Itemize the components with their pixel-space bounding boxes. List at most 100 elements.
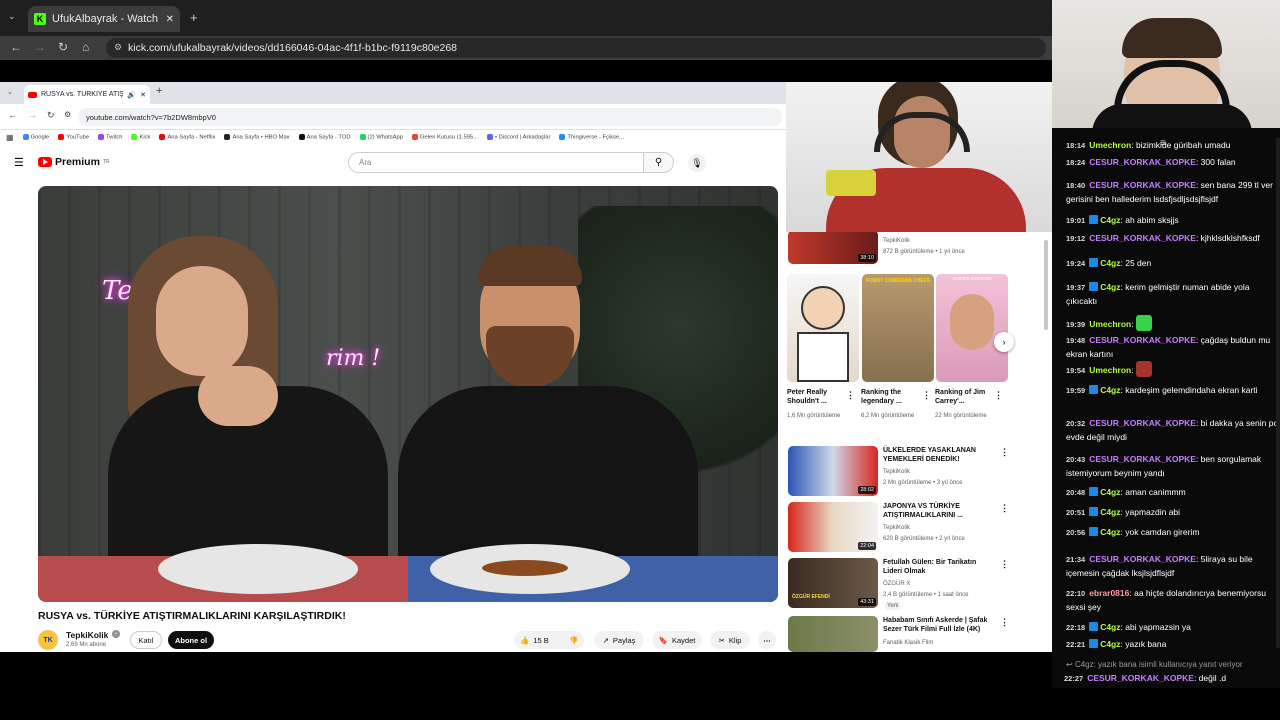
chat-username[interactable]: CESUR_KORKAK_KOPKE [1089,454,1196,464]
more-actions-button[interactable]: ⋯ [758,631,776,649]
bookmark-tod[interactable]: Ana Sayfa - TOD [298,133,351,140]
chat-username[interactable]: C4gz [1100,639,1120,649]
shorts-next-button[interactable]: › [994,332,1014,352]
channel-avatar[interactable]: TK [38,630,58,650]
new-tab-icon[interactable]: + [190,10,198,25]
chat-username[interactable]: CESUR_KORKAK_KOPKE [1087,673,1194,683]
rec-thumbnail[interactable] [788,616,878,652]
chat-username[interactable]: ebrar0816 [1089,588,1129,598]
rec-title[interactable]: Hababam Sınıfı Askerde | Şafak Sezer Tür… [883,616,995,634]
short-title[interactable]: Ranking of Jim Carrey'... [935,388,993,406]
inner-url-text: youtube.com/watch?v=7b2DW8mbpV0 [86,112,216,122]
inner-back-icon[interactable]: ← [8,110,17,120]
close-tab-icon[interactable]: ✕ [166,14,174,25]
share-button[interactable]: ↗ Paylaş [594,631,644,649]
rec-thumbnail[interactable]: 22:04 [788,502,878,552]
back-icon[interactable]: ← [10,40,22,54]
search-input[interactable]: Ara [348,152,644,173]
chat-username[interactable]: C4gz [1100,507,1120,517]
inner-new-tab-icon[interactable]: + [156,85,162,97]
save-button[interactable]: 🔖 Kaydet [652,631,702,649]
bookmark-twitch[interactable]: Twitch [98,133,122,140]
chat-username[interactable]: Umechron [1089,365,1131,375]
search-button[interactable]: ⚲ [644,152,674,173]
rec-menu-icon[interactable]: ⋮ [1000,617,1009,628]
forward-icon[interactable]: → [34,40,46,54]
inner-active-tab[interactable]: RUSYA vs. TÜRKİYE ATIŞTIR 🔊 ✕ [24,85,150,104]
inner-close-tab-icon[interactable]: ✕ [140,91,146,99]
youtube-favicon-icon [28,91,37,98]
voice-search-button[interactable]: 🎙 [688,154,706,172]
chat-username[interactable]: CESUR_KORKAK_KOPKE [1089,418,1196,428]
site-info-icon[interactable]: ⚙ [114,42,122,53]
bookmark-kick[interactable]: Kick [131,133,150,140]
rec-title[interactable]: JAPONYA VS TÜRKİYE ATIŞTIRMALIKLARINI ..… [883,502,995,520]
chat-username[interactable]: Umechron [1089,140,1131,150]
bookmark-hbo[interactable]: Ana Sayfa • HBO Max [224,133,290,140]
rec-menu-icon[interactable]: ⋮ [1000,447,1009,458]
chat-timestamp: 19:39 [1066,320,1086,329]
clip-button[interactable]: ✂ Klip [710,631,750,649]
recs-scrollbar[interactable] [1044,240,1048,330]
chat-username[interactable]: Umechron [1089,319,1131,329]
short-title[interactable]: Ranking the legendary ... [861,388,919,406]
rec-thumbnail[interactable]: ÖZGÜR EFENDİ 43:31 [788,558,878,608]
hamburger-menu-icon[interactable]: ☰ [14,156,24,169]
chat-username[interactable]: C4gz [1100,622,1120,632]
short-thumbnail-3[interactable]: science moments [936,274,1008,382]
video-player[interactable]: Tepki ver rim ! [38,186,778,602]
inner-tab-search-icon[interactable]: ⌄ [7,88,13,96]
bookmark-google[interactable]: Google [22,133,49,140]
rec-thumbnail[interactable]: 28:02 [788,446,878,496]
chat-timestamp: 19:01 [1066,216,1086,225]
rec-thumbnail[interactable]: 38:10 [788,230,878,264]
short-menu-icon[interactable]: ⋮ [846,390,855,401]
rec-title[interactable]: ÜLKELERDE YASAKLANAN YEMEKLERİ DENEDİK! [883,446,995,464]
outer-address-bar[interactable]: ⚙ kick.com/ufukalbayrak/videos/dd166046-… [106,38,1046,58]
chat-username[interactable]: CESUR_KORKAK_KOPKE [1089,554,1196,564]
join-button[interactable]: Katıl [130,631,162,649]
streamer-hair [1122,18,1222,58]
chat-username[interactable]: C4gz [1100,215,1120,225]
reload-icon[interactable]: ↻ [58,40,68,54]
home-icon[interactable]: ⌂ [82,40,89,54]
bookmark-youtube[interactable]: YouTube [58,133,89,140]
bookmark-thingiverse[interactable]: Thingiverse - Fçikse... [559,133,624,140]
inner-site-info-icon[interactable]: ⚙ [64,110,71,119]
chat-scrollbar[interactable] [1276,138,1280,648]
short-menu-icon[interactable]: ⋮ [922,390,931,401]
tab-search-icon[interactable]: ⌄ [8,11,16,22]
chat-username[interactable]: C4gz [1100,385,1120,395]
chat-timestamp: 22:21 [1066,640,1086,649]
dislike-button[interactable]: 👎 [564,631,584,649]
short-menu-icon[interactable]: ⋮ [994,390,1003,401]
bookmark-netflix[interactable]: Ana Sayfa - Netflix [159,133,215,140]
rec-menu-icon[interactable]: ⋮ [1000,559,1009,570]
chat-username[interactable]: C4gz [1100,527,1120,537]
channel-name[interactable]: TepkiKolik [66,630,108,640]
short-title[interactable]: Peter Really Shouldn't ... [787,388,845,406]
chat-username[interactable]: CESUR_KORKAK_KOPKE [1089,335,1196,345]
chat-panel: ≡ 18:14 Umechron: bizimkide güribah umadu… [1052,128,1280,688]
rec-menu-icon[interactable]: ⋮ [1000,503,1009,514]
outer-active-tab[interactable]: K UfukAlbayrak - Watch the V ✕ [28,6,180,32]
inner-address-bar[interactable]: youtube.com/watch?v=7b2DW8mbpV0 [78,108,782,126]
subscribe-button[interactable]: Abone ol [168,631,214,649]
short-thumbnail-2[interactable]: FUNNY COMEDIAN CHEFS [862,274,934,382]
rec-title[interactable]: Fetullah Gülen: Bir Tarikatın Lideri Olm… [883,558,995,576]
chat-username[interactable]: C4gz [1100,282,1120,292]
bookmark-discord[interactable]: • Discord | Arkadaşlar [486,133,550,140]
chat-username[interactable]: C4gz [1100,258,1120,268]
chat-username[interactable]: CESUR_KORKAK_KOPKE [1089,180,1196,190]
bookmark-gmail[interactable]: Gelen Kutusu (1.595... [411,133,478,140]
apps-icon[interactable]: ▦ [6,133,14,142]
speaker-icon[interactable]: 🔊 [127,91,136,99]
bookmark-whatsapp[interactable]: (2) WhatsApp [359,133,403,140]
chat-username[interactable]: C4gz [1100,487,1120,497]
youtube-premium-logo[interactable]: Premium TR [38,156,110,168]
inner-forward-icon[interactable]: → [28,110,37,120]
short-thumbnail-1[interactable] [787,274,859,382]
chat-username[interactable]: CESUR_KORKAK_KOPKE [1089,233,1196,243]
chat-username[interactable]: CESUR_KORKAK_KOPKE [1089,157,1196,167]
inner-reload-icon[interactable]: ↻ [47,110,55,121]
